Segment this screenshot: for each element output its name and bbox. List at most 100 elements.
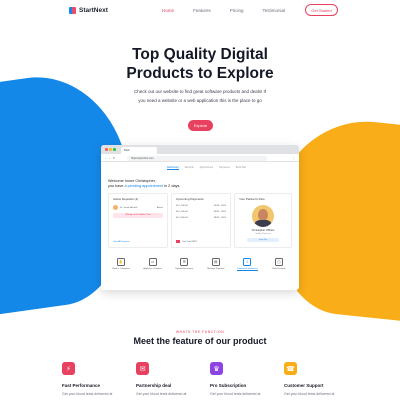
download-icon: ⇩ bbox=[243, 258, 252, 266]
action-label: Download Statement bbox=[237, 268, 258, 271]
section-eyebrow: WHATS THE FUNCTION bbox=[175, 330, 225, 334]
payment-row: Rs 1,500.00 03/09 · 2023 bbox=[176, 211, 226, 213]
status-badge: Active bbox=[157, 206, 163, 209]
app-nav: Dashboard Records Appointment Payments B… bbox=[167, 166, 246, 170]
paw-icon: ✋ bbox=[117, 258, 125, 266]
app-nav-book-slot: Book Slot bbox=[235, 166, 246, 169]
feature-pro-subscription: ♛ Pro Subscription Get your blood tests … bbox=[210, 362, 270, 396]
action-refer-friends: ◫ Refer Friends bbox=[266, 258, 292, 271]
feature-title: Fast Performance bbox=[62, 383, 101, 388]
payment-date: 28/09 · 2023 bbox=[213, 217, 226, 219]
view-all-deposits-link: View All Deposits bbox=[113, 241, 130, 243]
view-pet-button: View Pet bbox=[247, 237, 279, 242]
action-manage-payment: ▤ Manage Payment bbox=[203, 258, 229, 271]
action-label: Apply for a Deposit bbox=[143, 268, 162, 270]
card-title: Upcoming Payments bbox=[176, 197, 204, 201]
active-deposits-card: Active Deposits (1) Dr. Jacob Mitchell A… bbox=[108, 193, 168, 248]
feature-title: Pro Subscription bbox=[210, 383, 247, 388]
payment-amount: Rs 2,000.00 bbox=[176, 217, 188, 219]
browser-mockup: PetC ‹ › ↻ https://petclinic.com ⋮ Dashb… bbox=[101, 145, 299, 290]
action-label: Manage Payment bbox=[207, 268, 225, 270]
avatar bbox=[113, 205, 118, 210]
feature-fast-performance: ⚡ Fast Performance Get your blood tests … bbox=[62, 362, 122, 396]
brand-logo[interactable]: StartNext bbox=[69, 7, 108, 14]
action-label: Upload Document bbox=[175, 268, 193, 270]
app-nav-appointment: Appointment bbox=[199, 166, 214, 169]
browser-menu-icon: ⋮ bbox=[292, 155, 295, 160]
lightning-icon: ⚡ bbox=[62, 362, 75, 375]
nav-link-testimonial[interactable]: Testimonial bbox=[263, 8, 286, 13]
features-list: ⚡ Fast Performance Get your blood tests … bbox=[62, 362, 362, 400]
document-icon: ☰ bbox=[180, 258, 189, 266]
hero-subtitle: Check out our website to find great soft… bbox=[133, 89, 267, 103]
action-apply-deposit: ▭ Apply for a Deposit bbox=[140, 258, 166, 271]
app-nav-dashboard: Dashboard bbox=[167, 166, 179, 170]
close-dot-icon bbox=[105, 148, 108, 151]
headset-icon: ☎ bbox=[284, 362, 297, 375]
nav-links: Home Features Pricing Testimonial bbox=[162, 8, 304, 13]
feature-description: Get your blood tests delivered at bbox=[136, 392, 187, 396]
deposit-row: Dr. Jacob Mitchell Active bbox=[113, 205, 163, 210]
hero-title-line-1: Top Quality Digital bbox=[132, 46, 268, 63]
app-nav-payments: Payments bbox=[219, 166, 230, 169]
feature-title: Customer Support bbox=[284, 383, 324, 388]
action-label: Book a Treatment bbox=[112, 268, 130, 270]
payment-date: 03/09 · 2023 bbox=[213, 211, 226, 213]
brand-name: StartNext bbox=[79, 7, 108, 14]
upcoming-payments-card: Upcoming Payments Rs 1,200.00 20/08 · 20… bbox=[171, 193, 231, 248]
back-forward-reload-icons: ‹ › ↻ bbox=[105, 156, 117, 160]
payment-amount: Rs 1,200.00 bbox=[176, 205, 188, 207]
url-field: https://petclinic.com bbox=[127, 155, 267, 161]
window-controls bbox=[105, 148, 116, 151]
payment-card-footer: Tata Card 9821 bbox=[176, 240, 197, 243]
feature-customer-support: ☎ Customer Support Get your blood tests … bbox=[284, 362, 344, 396]
get-started-button[interactable]: Get Started bbox=[305, 4, 338, 16]
payment-row: Rs 1,200.00 20/08 · 2023 bbox=[176, 205, 226, 207]
pet-owner-avatar bbox=[252, 205, 274, 227]
app-nav-records: Records bbox=[184, 166, 194, 169]
gift-icon: ◫ bbox=[274, 258, 283, 266]
nav-link-home[interactable]: Home bbox=[162, 8, 174, 13]
deposit-user: Dr. Jacob Mitchell bbox=[120, 206, 138, 209]
hero-title: Top Quality Digital Products to Explore bbox=[0, 45, 400, 83]
nav-link-pricing[interactable]: Pricing bbox=[230, 8, 244, 13]
hero-title-line-2: Products to Explore bbox=[126, 65, 274, 82]
feature-description: Get your blood tests delivered at bbox=[210, 392, 261, 396]
partner-pets-card: Your Partner's Pets Christopher O'Brien … bbox=[234, 193, 292, 248]
payment-amount: Rs 1,500.00 bbox=[176, 211, 188, 213]
welcome-highlight: a pending appointment bbox=[124, 184, 164, 188]
feature-title: Partnership deal bbox=[136, 383, 172, 388]
explore-button[interactable]: Explore bbox=[188, 120, 213, 131]
feature-partnership-deal: ✉ Partnership deal Get your blood tests … bbox=[136, 362, 196, 396]
welcome-line-2: you have a pending appointment in 2 days… bbox=[108, 184, 180, 189]
pet-breed: Golden Retriever bbox=[255, 232, 271, 235]
card-title: Active Deposits (1) bbox=[113, 197, 139, 201]
deposit-status-pill: Waiting on the Medical Test bbox=[113, 213, 163, 218]
card-flag-icon bbox=[176, 240, 180, 243]
payment-card-label: Tata Card 9821 bbox=[182, 240, 197, 243]
action-label: Refer Friends bbox=[272, 268, 286, 270]
browser-tab: PetC bbox=[121, 147, 157, 154]
welcome-message: Welcome home Christopher, you have a pen… bbox=[108, 179, 180, 189]
browser-tab-bar: PetC bbox=[101, 145, 299, 154]
welcome-suffix: in 2 days. bbox=[163, 184, 181, 188]
star-icon: ♛ bbox=[210, 362, 223, 375]
minimize-dot-icon bbox=[109, 148, 112, 151]
action-book-treatment: ✋ Book a Treatment bbox=[108, 258, 134, 271]
card-title: Your Partner's Pets bbox=[239, 197, 265, 201]
payment-row: Rs 2,000.00 28/09 · 2023 bbox=[176, 217, 226, 219]
navbar: StartNext Home Features Pricing Testimon… bbox=[0, 0, 400, 22]
logo-icon bbox=[69, 7, 76, 14]
card-icon: ▤ bbox=[211, 258, 220, 266]
maximize-dot-icon bbox=[113, 148, 116, 151]
welcome-prefix: you have bbox=[108, 184, 125, 188]
nav-link-features[interactable]: Features bbox=[193, 8, 211, 13]
quick-actions: ✋ Book a Treatment ▭ Apply for a Deposit… bbox=[108, 258, 292, 271]
wallet-icon: ▭ bbox=[148, 258, 157, 266]
browser-url-bar: ‹ › ↻ https://petclinic.com ⋮ bbox=[101, 154, 299, 162]
handshake-icon: ✉ bbox=[136, 362, 149, 375]
payment-date: 20/08 · 2023 bbox=[213, 205, 226, 207]
action-upload-document: ☰ Upload Document bbox=[171, 258, 197, 271]
feature-description: Get your blood tests delivered at bbox=[62, 392, 113, 396]
section-title: Meet the feature of our product bbox=[133, 336, 267, 346]
